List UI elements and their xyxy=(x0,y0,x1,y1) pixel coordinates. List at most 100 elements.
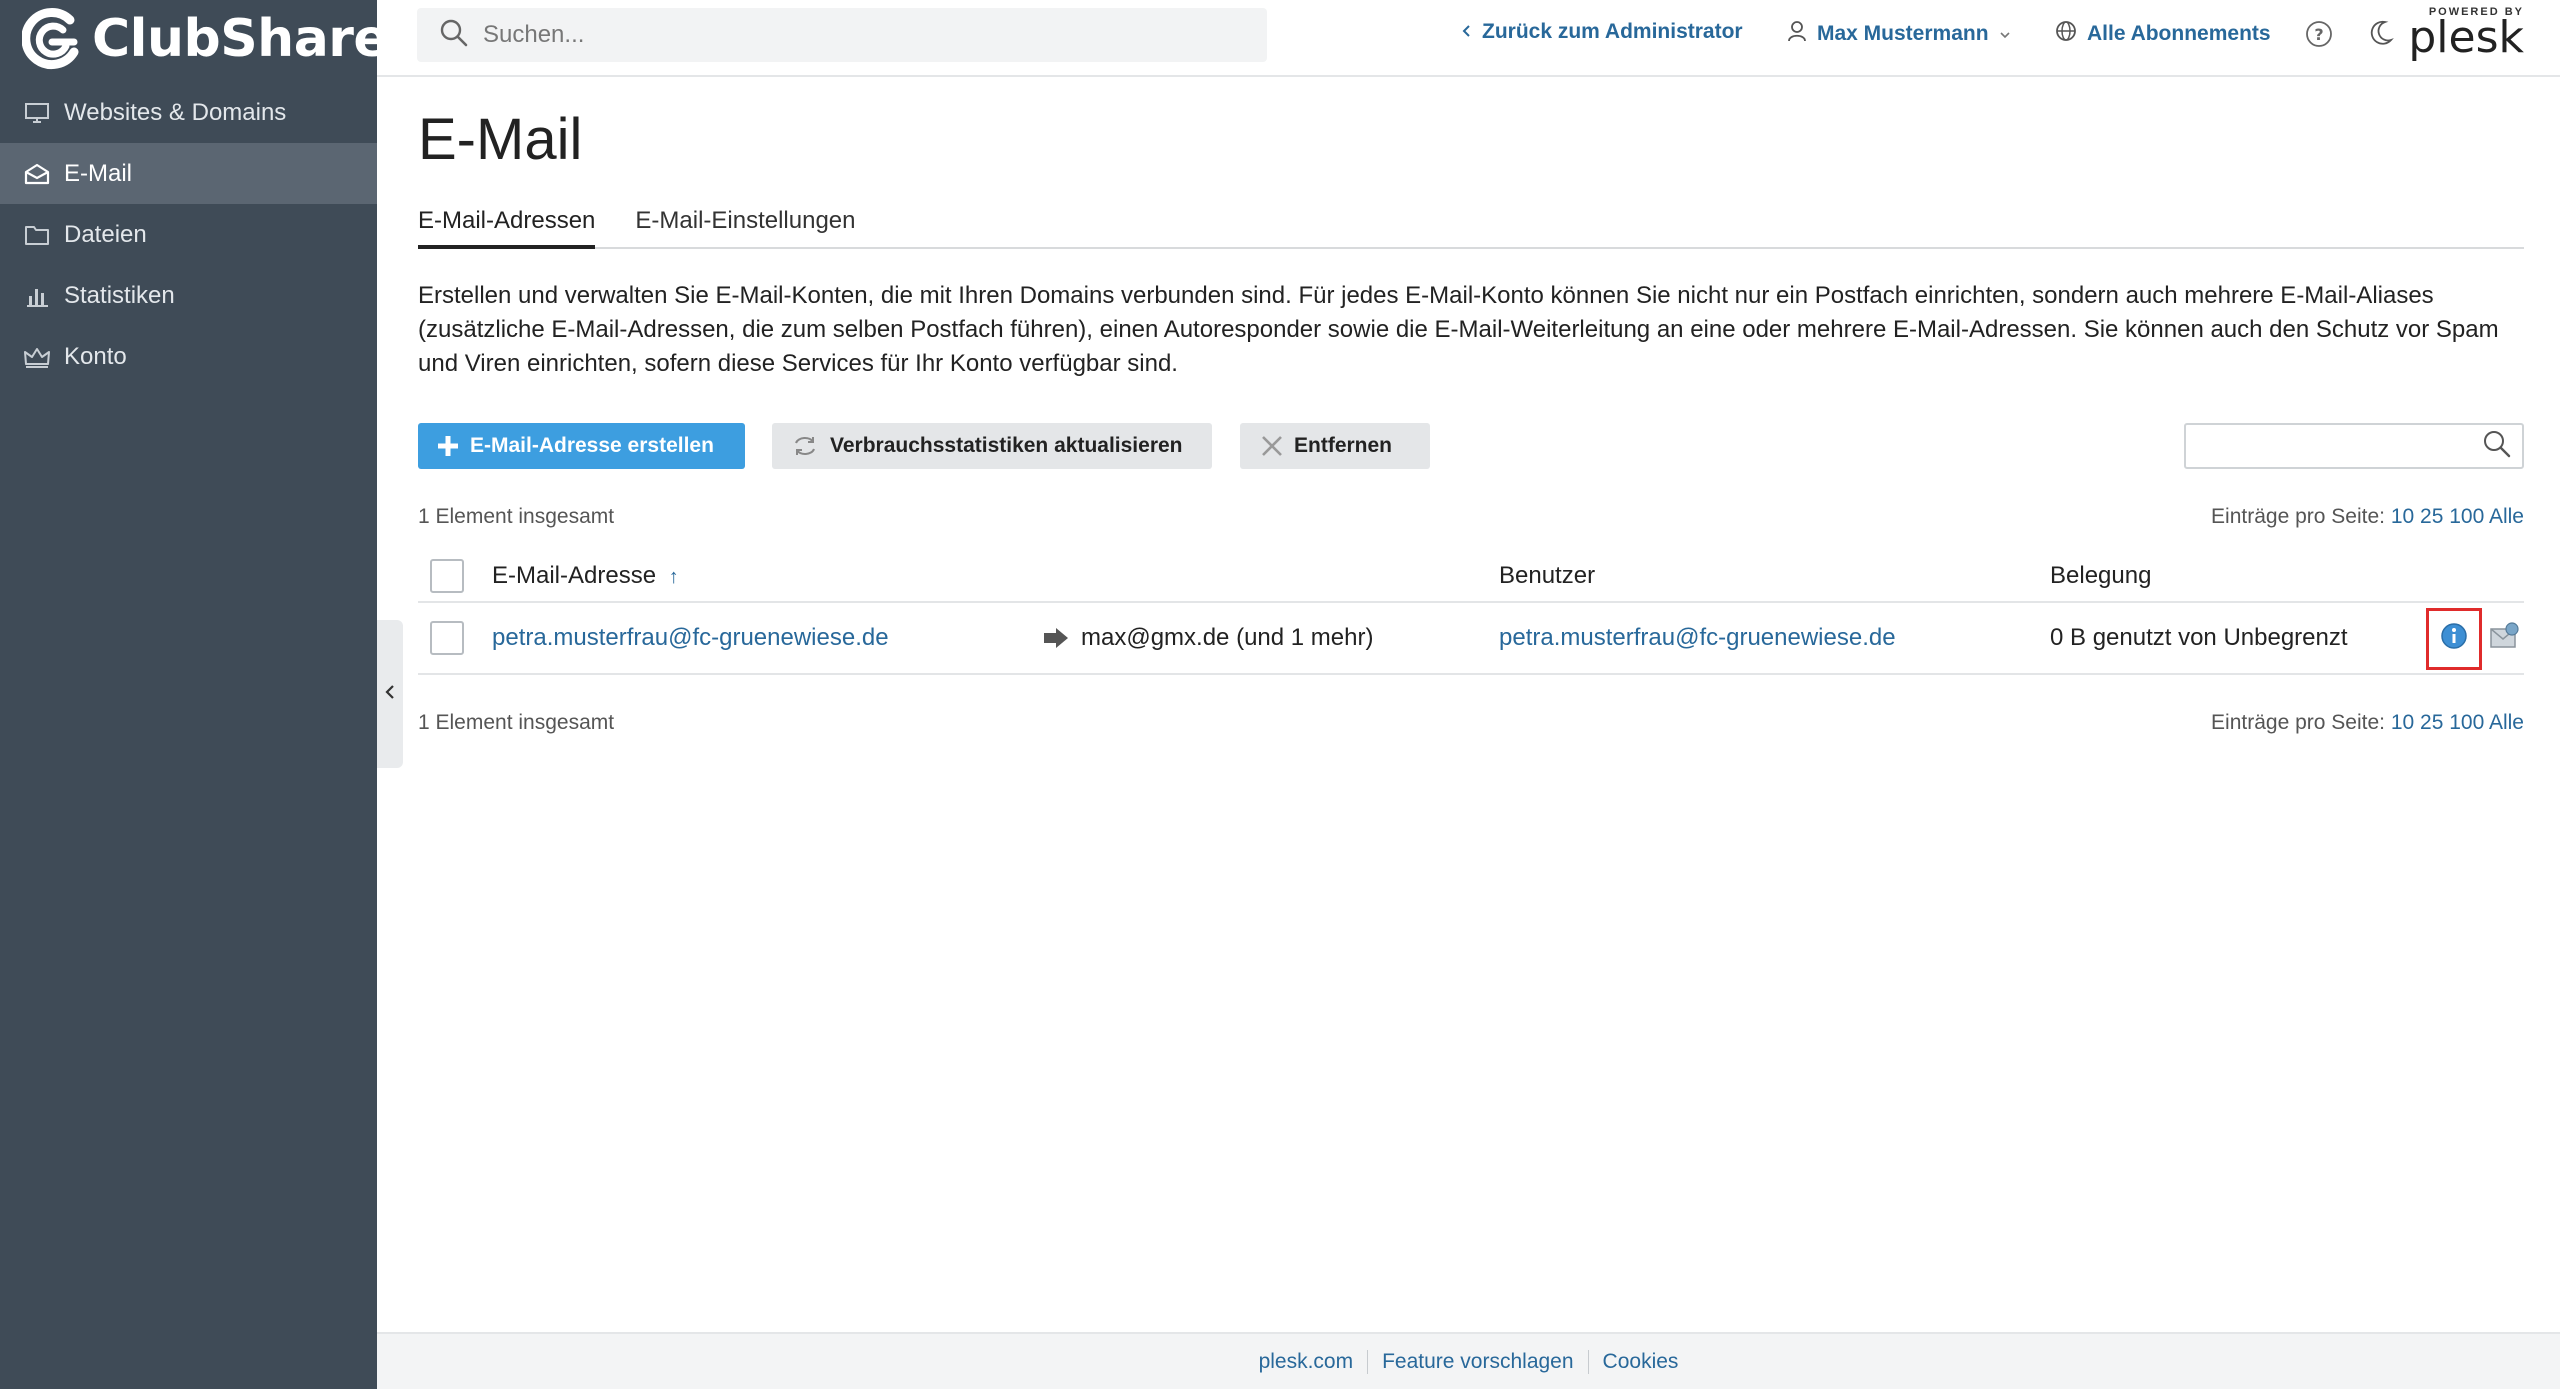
monitor-icon xyxy=(22,98,52,128)
search-icon xyxy=(439,18,469,53)
remove-label: Entfernen xyxy=(1294,434,1393,457)
sidebar-item-statistiken[interactable]: Statistiken xyxy=(0,265,377,326)
bar-chart-icon xyxy=(22,281,52,311)
webmail-icon xyxy=(2488,621,2520,658)
per-page-selector: Einträge pro Seite: 10 25 100 Alle xyxy=(2211,505,2524,529)
sidebar-item-label: E-Mail xyxy=(64,159,133,187)
crown-icon xyxy=(22,342,52,372)
info-icon xyxy=(2440,622,2468,657)
forward-arrow-icon xyxy=(1042,627,1070,656)
per-page-10[interactable]: 10 xyxy=(2391,711,2414,734)
sidebar-item-konto[interactable]: Konto xyxy=(0,326,377,387)
tab-email-addresses[interactable]: E-Mail-Adressen xyxy=(418,207,596,249)
svg-text:?: ? xyxy=(2314,25,2323,44)
create-email-button[interactable]: E-Mail-Adresse erstellen xyxy=(418,423,745,469)
plesk-wordmark: plesk xyxy=(2408,12,2524,63)
back-to-admin-link[interactable]: Zurück zum Administrator xyxy=(1462,20,1743,44)
column-email-header[interactable]: E-Mail-Adresse ↑ xyxy=(492,562,679,590)
per-page-selector: Einträge pro Seite: 10 25 100 Alle xyxy=(2211,711,2524,735)
per-page-10[interactable]: 10 xyxy=(2391,505,2414,528)
tab-email-settings[interactable]: E-Mail-Einstellungen xyxy=(635,207,855,247)
per-page-25[interactable]: 25 xyxy=(2420,505,2443,528)
footer-link-feature[interactable]: Feature vorschlagen xyxy=(1368,1350,1587,1374)
per-page-label: Einträge pro Seite: xyxy=(2211,505,2385,528)
chevron-left-icon xyxy=(384,683,396,706)
total-count: 1 Element insgesamt xyxy=(418,711,615,734)
sidebar-item-email[interactable]: E-Mail xyxy=(0,143,377,204)
sidebar-nav: Websites & Domains E-Mail Dateien Statis… xyxy=(0,82,377,387)
table-row: petra.musterfrau@fc-gruenewiese.de max@g… xyxy=(418,603,2524,675)
update-stats-button[interactable]: Verbrauchsstatistiken aktualisieren xyxy=(772,423,1212,469)
create-email-label: E-Mail-Adresse erstellen xyxy=(470,434,714,457)
email-table: E-Mail-Adresse ↑ Benutzer Belegung petra… xyxy=(418,551,2524,675)
toolbar: E-Mail-Adresse erstellen Verbrauchsstati… xyxy=(418,423,2524,469)
global-search-input[interactable] xyxy=(483,21,1243,49)
email-address-link[interactable]: petra.musterfrau@fc-gruenewiese.de xyxy=(492,624,889,652)
clubshare-logo[interactable]: ClubShare xyxy=(22,4,389,74)
info-button[interactable] xyxy=(2426,608,2482,670)
chevron-left-icon xyxy=(1462,20,1472,44)
user-name: Max Mustermann xyxy=(1817,22,1989,45)
brand-name: ClubShare xyxy=(92,9,389,69)
sidebar-item-label: Statistiken xyxy=(64,281,175,309)
forwarding-target: max@gmx.de (und 1 mehr) xyxy=(1081,624,1374,651)
per-page-100[interactable]: 100 xyxy=(2449,505,2484,528)
moon-icon xyxy=(2367,18,2395,54)
table-header: E-Mail-Adresse ↑ Benutzer Belegung xyxy=(418,551,2524,603)
sidebar-collapse-button[interactable] xyxy=(377,620,403,768)
column-email-label: E-Mail-Adresse xyxy=(492,562,657,589)
list-meta-bottom: 1 Element insgesamt Einträge pro Seite: … xyxy=(418,711,2524,735)
back-to-admin-label: Zurück zum Administrator xyxy=(1482,20,1743,43)
page-title: E-Mail xyxy=(418,107,583,172)
search-icon xyxy=(2482,429,2512,464)
sort-ascending-icon: ↑ xyxy=(668,566,679,588)
mailbox-usage: 0 B genutzt von Unbegrenzt xyxy=(2050,624,2348,651)
tab-bar: E-Mail-Adressen E-Mail-Einstellungen xyxy=(418,207,2524,249)
plesk-logo[interactable]: POWERED BY plesk xyxy=(2408,6,2524,63)
refresh-icon xyxy=(792,433,818,459)
footer-link-cookies[interactable]: Cookies xyxy=(1589,1350,1693,1374)
user-menu[interactable]: Max Mustermann xyxy=(1787,20,2011,48)
per-page-label: Einträge pro Seite: xyxy=(2211,711,2385,734)
sidebar-item-label: Dateien xyxy=(64,220,147,248)
global-search[interactable] xyxy=(417,8,1267,62)
intro-text: Erstellen und verwalten Sie E-Mail-Konte… xyxy=(418,282,2499,377)
list-search-field[interactable] xyxy=(2184,423,2524,469)
plus-icon xyxy=(436,434,460,458)
select-all-checkbox[interactable] xyxy=(430,559,464,593)
footer-link-plesk[interactable]: plesk.com xyxy=(1245,1350,1368,1374)
per-page-100[interactable]: 100 xyxy=(2449,711,2484,734)
clubshare-logo-icon xyxy=(22,8,79,69)
row-checkbox[interactable] xyxy=(430,621,464,655)
webmail-button[interactable] xyxy=(2482,617,2526,661)
user-icon xyxy=(1787,20,1807,48)
chevron-down-icon xyxy=(1999,22,2011,46)
list-meta-top: 1 Element insgesamt Einträge pro Seite: … xyxy=(418,505,2524,529)
total-count: 1 Element insgesamt xyxy=(418,505,615,528)
footer: plesk.com Feature vorschlagen Cookies xyxy=(377,1332,2560,1389)
folder-icon xyxy=(22,220,52,250)
remove-icon xyxy=(1260,434,1284,458)
sidebar-item-dateien[interactable]: Dateien xyxy=(0,204,377,265)
per-page-all[interactable]: Alle xyxy=(2489,505,2524,528)
subscriptions-menu[interactable]: Alle Abonnements xyxy=(2055,20,2271,48)
sidebar-item-label: Konto xyxy=(64,342,127,370)
remove-button[interactable]: Entfernen xyxy=(1240,423,1430,469)
update-stats-label: Verbrauchsstatistiken aktualisieren xyxy=(830,434,1183,457)
help-icon: ? xyxy=(2305,20,2333,54)
theme-toggle[interactable] xyxy=(2367,18,2395,54)
top-header: Zurück zum Administrator Max Mustermann … xyxy=(377,0,2560,77)
per-page-all[interactable]: Alle xyxy=(2489,711,2524,734)
user-link[interactable]: petra.musterfrau@fc-gruenewiese.de xyxy=(1499,624,1896,652)
mail-icon xyxy=(22,159,52,189)
sidebar-item-websites-domains[interactable]: Websites & Domains xyxy=(0,82,377,143)
sidebar-item-label: Websites & Domains xyxy=(64,98,287,126)
help-button[interactable]: ? xyxy=(2305,20,2333,54)
main-content: E-Mail E-Mail-Adressen E-Mail-Einstellun… xyxy=(418,77,2524,735)
sidebar: ClubShare Websites & Domains E-Mail Date… xyxy=(0,0,389,1389)
per-page-25[interactable]: 25 xyxy=(2420,711,2443,734)
globe-icon xyxy=(2055,20,2077,48)
subscriptions-label: Alle Abonnements xyxy=(2087,22,2271,45)
column-usage-header: Belegung xyxy=(2050,562,2152,589)
column-user-header: Benutzer xyxy=(1499,562,1596,589)
